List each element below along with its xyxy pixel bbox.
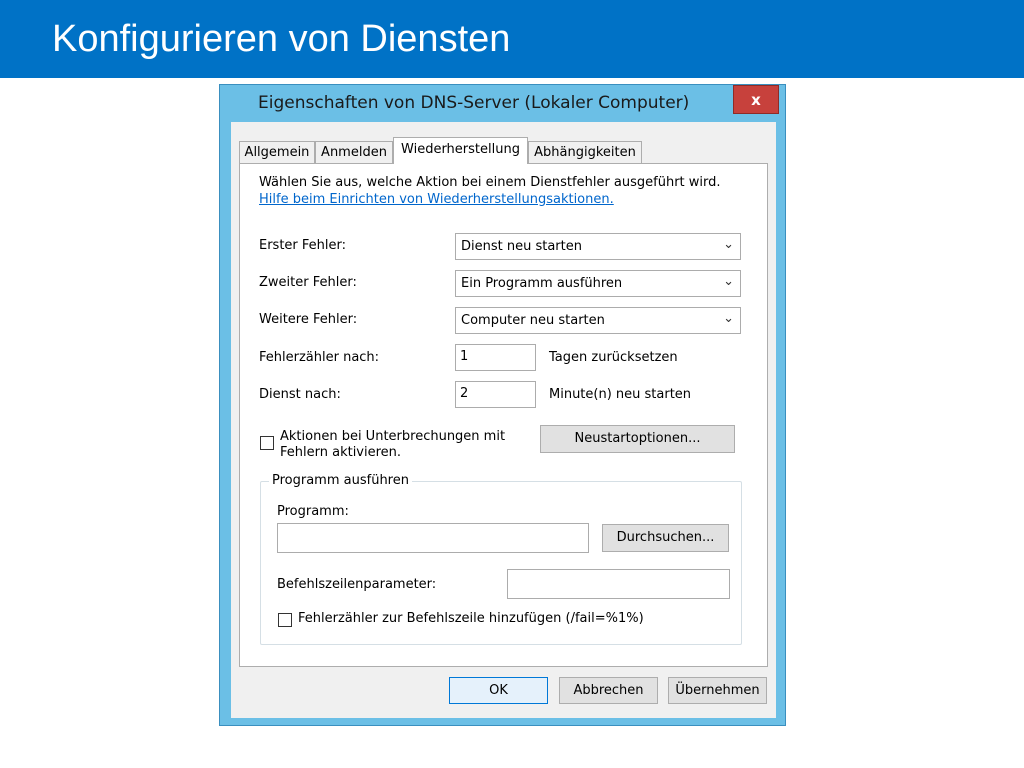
params-input[interactable] <box>507 569 730 599</box>
reset-days-unit: Tagen zurücksetzen <box>549 350 678 365</box>
reset-days-value: 1 <box>460 349 469 364</box>
run-program-legend: Programm ausführen <box>269 473 412 488</box>
chevron-down-icon: ⌄ <box>723 311 734 326</box>
first-failure-value: Dienst neu starten <box>461 239 582 254</box>
second-failure-select[interactable]: Ein Programm ausführen ⌄ <box>455 270 741 297</box>
enable-actions-label-line2: Fehlern aktivieren. <box>280 445 402 460</box>
enable-actions-checkbox[interactable] <box>260 436 274 450</box>
second-failure-label: Zweiter Fehler: <box>259 275 357 290</box>
cancel-button[interactable]: Abbrechen <box>559 677 658 704</box>
subsequent-failures-select[interactable]: Computer neu starten ⌄ <box>455 307 741 334</box>
tab-allgemein[interactable]: Allgemein <box>239 141 315 163</box>
second-failure-value: Ein Programm ausführen <box>461 276 623 291</box>
apply-button[interactable]: Übernehmen <box>668 677 767 704</box>
params-label: Befehlszeilenparameter: <box>277 577 437 592</box>
chevron-down-icon: ⌄ <box>723 237 734 252</box>
first-failure-label: Erster Fehler: <box>259 238 347 253</box>
slide-title: Konfigurieren von Diensten <box>52 18 511 60</box>
close-button[interactable]: x <box>733 85 779 114</box>
restart-minutes-value: 2 <box>460 386 469 401</box>
recovery-tab-panel: Wählen Sie aus, welche Aktion bei einem … <box>239 163 768 667</box>
service-properties-dialog: Eigenschaften von DNS-Server (Lokaler Co… <box>219 84 786 726</box>
program-label: Programm: <box>277 504 349 519</box>
intro-text: Wählen Sie aus, welche Aktion bei einem … <box>259 175 721 190</box>
chevron-down-icon: ⌄ <box>723 274 734 289</box>
close-icon: x <box>751 90 761 109</box>
tab-abhaengigkeiten[interactable]: Abhängigkeiten <box>528 141 642 163</box>
append-fail-count-label: Fehlerzähler zur Befehlszeile hinzufügen… <box>298 611 644 626</box>
program-input[interactable] <box>277 523 589 553</box>
restart-minutes-input[interactable]: 2 <box>455 381 536 408</box>
ok-button[interactable]: OK <box>449 677 548 704</box>
help-link[interactable]: Hilfe beim Einrichten von Wiederherstell… <box>259 192 614 207</box>
dialog-title: Eigenschaften von DNS-Server (Lokaler Co… <box>258 93 690 113</box>
tab-anmelden[interactable]: Anmelden <box>315 141 393 163</box>
subsequent-failures-label: Weitere Fehler: <box>259 312 358 327</box>
run-program-group: Programm ausführen Programm: Durchsuchen… <box>260 473 742 645</box>
restart-minutes-unit: Minute(n) neu starten <box>549 387 692 402</box>
reset-count-label: Fehlerzähler nach: <box>259 350 380 365</box>
tab-wiederherstellung[interactable]: Wiederherstellung <box>393 137 528 164</box>
enable-actions-label-line1: Aktionen bei Unterbrechungen mit <box>280 429 506 444</box>
dialog-client-area: Allgemein Anmelden Wiederherstellung Abh… <box>231 122 776 718</box>
append-fail-count-checkbox[interactable] <box>278 613 292 627</box>
browse-button[interactable]: Durchsuchen... <box>602 524 729 552</box>
reset-days-input[interactable]: 1 <box>455 344 536 371</box>
restart-after-label: Dienst nach: <box>259 387 341 402</box>
restart-options-button[interactable]: Neustartoptionen... <box>540 425 735 453</box>
first-failure-select[interactable]: Dienst neu starten ⌄ <box>455 233 741 260</box>
subsequent-failures-value: Computer neu starten <box>461 313 605 328</box>
title-banner: Konfigurieren von Diensten <box>0 0 1024 78</box>
